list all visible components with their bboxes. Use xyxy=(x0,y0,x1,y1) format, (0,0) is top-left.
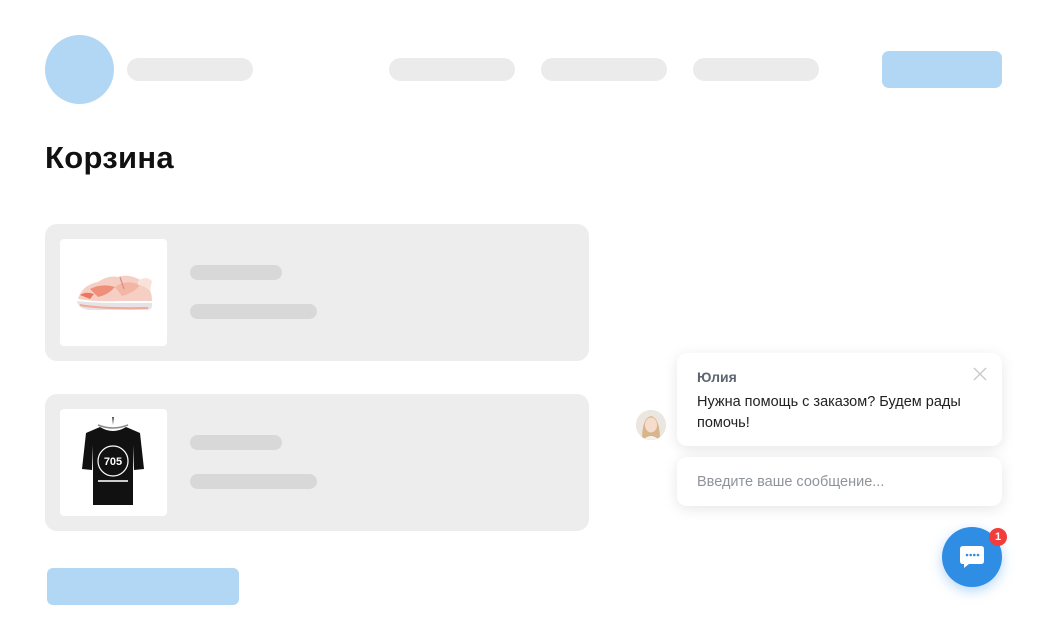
logo-placeholder[interactable] xyxy=(45,35,114,104)
cart-item[interactable] xyxy=(45,224,589,361)
nav-link-placeholder-3[interactable] xyxy=(693,58,819,81)
chat-bubble-icon xyxy=(960,546,984,568)
chat-message-input[interactable] xyxy=(697,457,982,506)
agent-avatar xyxy=(636,410,666,440)
close-icon[interactable] xyxy=(972,366,988,382)
tshirt-image[interactable]: 705 xyxy=(60,409,167,516)
unread-badge: 1 xyxy=(989,528,1007,546)
item-title-placeholder xyxy=(190,265,282,280)
cart-item[interactable]: 705 xyxy=(45,394,589,531)
nav-link-placeholder-2[interactable] xyxy=(541,58,667,81)
item-price-placeholder xyxy=(190,304,317,319)
chat-input-container xyxy=(677,457,1002,506)
agent-name: Юлия xyxy=(697,369,737,385)
site-name-placeholder xyxy=(127,58,253,81)
sneaker-image[interactable] xyxy=(60,239,167,346)
nav-link-placeholder-1[interactable] xyxy=(389,58,515,81)
chat-message-bubble: Юлия Нужна помощь с заказом? Будем рады … xyxy=(677,353,1002,446)
item-price-placeholder xyxy=(190,474,317,489)
checkout-button-placeholder[interactable] xyxy=(47,568,239,605)
svg-text:705: 705 xyxy=(104,456,122,468)
header-button-placeholder[interactable] xyxy=(882,51,1002,88)
page-title: Корзина xyxy=(45,140,174,175)
item-title-placeholder xyxy=(190,435,282,450)
agent-message: Нужна помощь с заказом? Будем рады помоч… xyxy=(697,394,961,431)
